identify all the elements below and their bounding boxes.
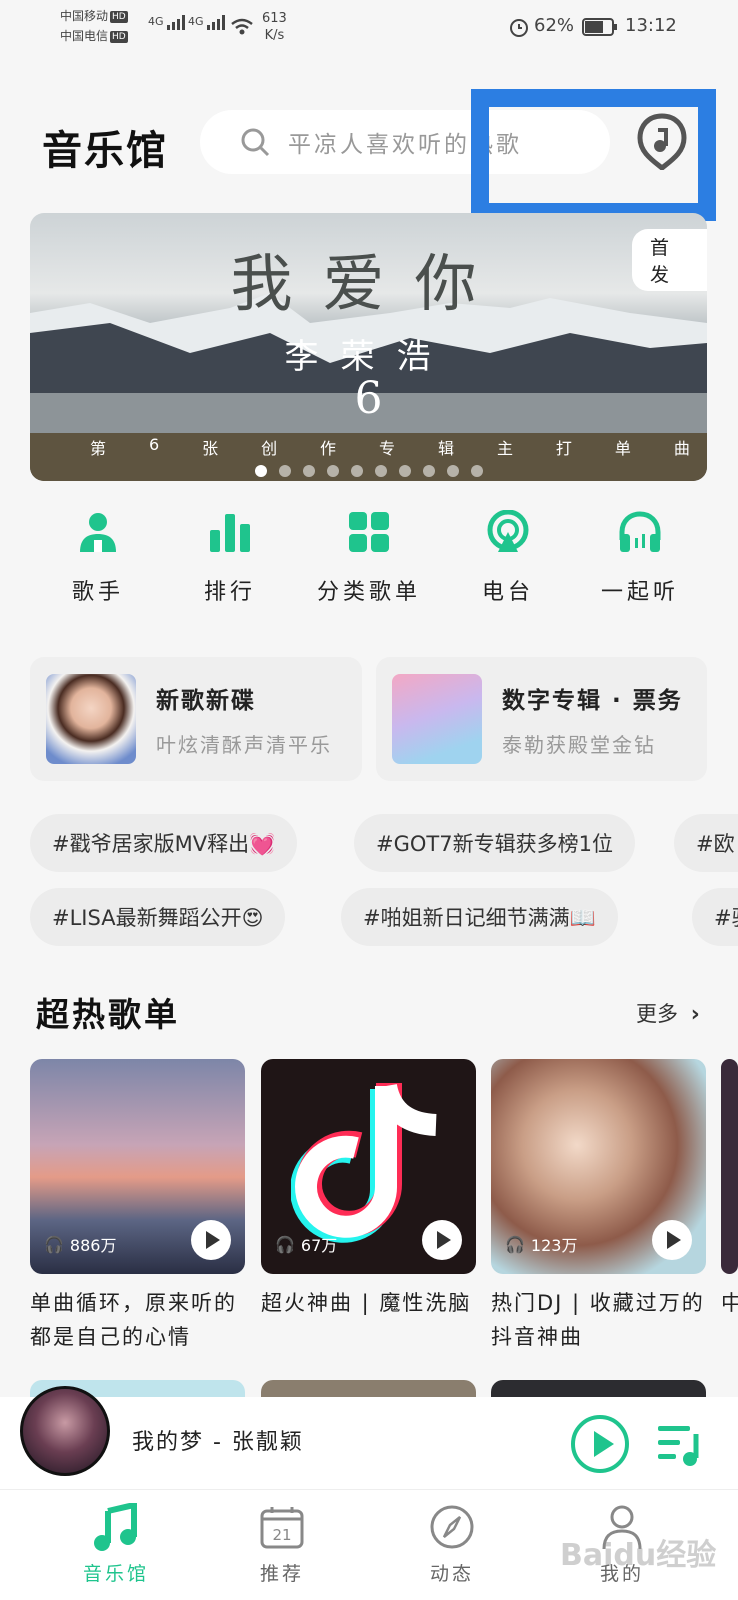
now-playing-title: 我的梦 - 张靓颖 [132, 1430, 304, 1455]
play-icon[interactable] [652, 1220, 692, 1260]
playlist-card[interactable]: 🎧 123万 热门DJ | 收藏过万的抖音神曲 [491, 1059, 706, 1354]
carousel-dot[interactable] [254, 465, 267, 477]
calendar-icon: 21 [260, 1507, 304, 1549]
compass-icon [430, 1505, 474, 1549]
carousel-dot[interactable] [326, 465, 339, 477]
tab-feed[interactable]: 动态 [392, 1503, 512, 1586]
debut-badge: 首发 [632, 229, 707, 291]
highlight-box [471, 89, 716, 221]
hot-tag[interactable]: #戳爷居家版MV释出💓 [30, 814, 298, 872]
hd-badge: HD [110, 10, 128, 23]
carousel-dot[interactable] [302, 465, 315, 477]
page-title: 音乐馆 [42, 127, 168, 174]
playlist-cover: 🎧 123万 [491, 1059, 706, 1274]
section-title: 超热歌单 [36, 995, 180, 1034]
banner-title: 我爱你 [230, 247, 507, 320]
radio-icon [487, 510, 529, 552]
playlist-card[interactable]: 🎧 886万 单曲循环，原来听的都是自己的心情 [30, 1059, 245, 1354]
hot-tag[interactable]: #GOT7新专辑获多榜1位 [354, 814, 635, 872]
digital-album-thumbnail [392, 674, 482, 764]
carrier-2: 中国电信 [60, 29, 109, 43]
headphones-icon: 🎧 [505, 1234, 525, 1254]
category-rank[interactable]: 排行 [170, 510, 290, 606]
hot-tag[interactable]: #LISA最新舞蹈公开😍 [30, 888, 286, 946]
net-speed: 613 K/s [262, 11, 287, 43]
playlist-card[interactable]: 中 [721, 1059, 738, 1320]
status-bar: 中国移动 HD 中国电信 HD 4G 4G 613 K/s 62% 13:12 [0, 0, 738, 56]
play-button[interactable] [571, 1415, 629, 1473]
banner-artist: 李荣浩 [284, 337, 453, 377]
playlist-title: 超火神曲 | 魔性洗脑 [261, 1291, 472, 1315]
grid-icon [349, 512, 389, 552]
music-note-icon [94, 1503, 137, 1551]
battery-icon [582, 18, 617, 36]
banner-number: 6 [354, 373, 383, 424]
play-icon[interactable] [422, 1220, 462, 1260]
category-listen-together[interactable]: 一起听 [580, 510, 700, 606]
promo-card-digital-album[interactable]: 数字专辑 · 票务 泰勒获殿堂金钻 [376, 657, 707, 781]
playlist-title: 热门DJ | 收藏过万的抖音神曲 [491, 1291, 705, 1349]
play-icon[interactable] [191, 1220, 231, 1260]
chart-icon [210, 514, 250, 552]
carousel-dot[interactable] [398, 465, 411, 477]
playlist-cover: 🎧 67万 [261, 1059, 476, 1274]
tab-music-hall[interactable]: 音乐馆 [56, 1503, 176, 1586]
promo-card-new-songs[interactable]: 新歌新碟 叶炫清酥声清平乐 [30, 657, 362, 781]
playlist-title: 单曲循环，原来听的都是自己的心情 [30, 1291, 237, 1349]
wifi-icon [231, 18, 253, 35]
headphones-icon: 🎧 [44, 1234, 64, 1254]
banner-subtitle: 第 6 张 创 作 专 辑 主 打 单 曲 [90, 435, 690, 458]
category-radio[interactable]: 电台 [448, 510, 568, 606]
headphones-icon [619, 511, 661, 552]
carousel-dot[interactable] [374, 465, 387, 477]
hd-badge: HD [110, 30, 128, 43]
signal-2-icon: 4G [188, 14, 226, 30]
new-songs-thumbnail [46, 674, 136, 764]
headphones-icon: 🎧 [275, 1234, 295, 1254]
playlist-cover: 🎧 886万 [30, 1059, 245, 1274]
search-icon [241, 128, 270, 157]
playlist-cover [721, 1059, 738, 1274]
hot-tag[interactable]: #啪姐新日记细节满满📖 [341, 888, 618, 946]
carousel-dot[interactable] [470, 465, 483, 477]
tab-recommend[interactable]: 21 推荐 [222, 1503, 342, 1586]
category-singer[interactable]: 歌手 [38, 510, 158, 606]
singer-icon [80, 513, 116, 552]
hot-tag[interactable]: #欧 [674, 814, 738, 872]
carousel-dot[interactable] [422, 465, 435, 477]
now-playing-cover[interactable] [20, 1386, 110, 1476]
carousel-dot[interactable] [350, 465, 363, 477]
carousel-dot[interactable] [446, 465, 459, 477]
carousel-dots [30, 465, 707, 477]
clock: 13:12 [625, 15, 677, 36]
signal-1-icon: 4G [148, 14, 186, 30]
playlist-card[interactable]: 🎧 67万 超火神曲 | 魔性洗脑 [261, 1059, 476, 1320]
more-link[interactable]: 更多 › [636, 998, 700, 1028]
chevron-right-icon: › [690, 1002, 700, 1027]
playlist-queue-icon[interactable] [656, 1422, 706, 1468]
playlist-title: 中 [721, 1291, 738, 1315]
category-playlist[interactable]: 分类歌单 [309, 510, 429, 606]
carrier-1: 中国移动 [60, 9, 109, 23]
banner-carousel[interactable]: 我爱你 李荣浩 6 第 6 张 创 作 专 辑 主 打 单 曲 首发 [30, 213, 707, 481]
svg-text:21: 21 [272, 1526, 291, 1544]
hot-tag[interactable]: #驰 [692, 888, 738, 946]
watermark: Baidu经验 [560, 1538, 717, 1573]
battery-percent: 62% [534, 15, 575, 36]
carousel-dot[interactable] [278, 465, 291, 477]
alarm-icon [510, 19, 528, 37]
